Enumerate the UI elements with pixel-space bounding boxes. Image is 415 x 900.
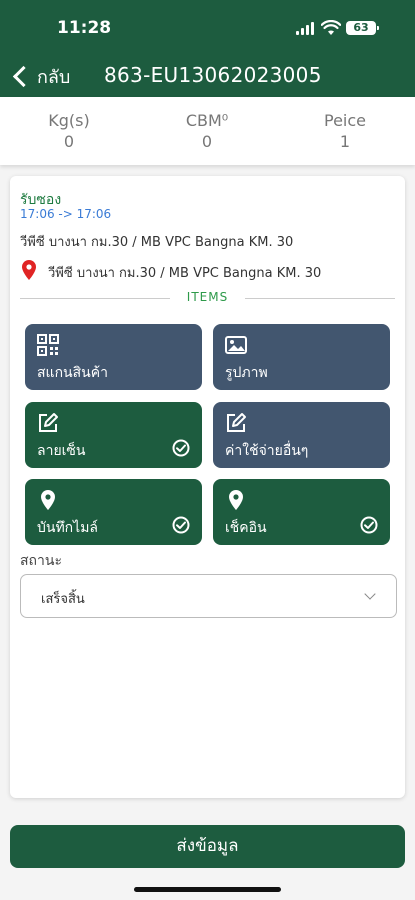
mileage-label: บันทึกไมล์ [37,520,99,536]
check-in-label: เช็คอิน [225,520,267,536]
edit-icon [39,413,58,432]
stat-label: Kg(s) [48,111,90,130]
signature-button[interactable]: ลายเซ็น [25,402,202,468]
stat-piece: Peice 1 [285,111,405,151]
job-card: รับซอง 17:06 -> 17:06 วีพีซี บางนา กม.30… [10,176,405,798]
qr-code-icon [37,334,59,356]
wifi-icon [321,20,341,35]
scan-product-label: สแกนสินค้า [37,365,108,381]
status-time: 11:28 [57,18,112,38]
cellular-signal-icon [296,22,316,35]
scan-product-button[interactable]: สแกนสินค้า [25,324,202,390]
location-pin-icon [41,490,55,510]
status-field-label: สถานะ [20,553,62,569]
stat-label: Peice [323,111,366,130]
chevron-down-icon [364,588,376,600]
back-label: กลับ [37,66,71,88]
divider [245,298,395,299]
app-header: 11:28 63 กลับ 863-EU13062023005 [0,0,415,97]
location-pin-icon [229,490,243,510]
divider [20,298,170,299]
image-icon [225,336,247,354]
summary-stats: Kg(s) 0 CBM⁰ 0 Peice 1 [0,97,415,165]
edit-icon [227,413,246,432]
stat-value: 1 [339,132,351,151]
page-title: 863-EU13062023005 [104,63,322,87]
destination-address: วีพีซี บางนา กม.30 / MB VPC Bangna KM. 3… [48,266,322,281]
mileage-button[interactable]: บันทึกไมล์ [25,479,202,545]
check-circle-icon [172,439,190,457]
submit-button[interactable]: ส่งข้อมูล [10,825,405,868]
stat-cbm: CBM⁰ 0 [147,111,267,151]
map-pin-icon [22,260,36,280]
other-expenses-button[interactable]: ค่าใช้จ่ายอื่นๆ [213,402,390,468]
stat-weight: Kg(s) 0 [9,111,129,151]
status-bar: 11:28 63 [0,0,415,55]
check-circle-icon [172,516,190,534]
status-select[interactable]: เสร็จสิ้น [20,574,397,618]
check-in-button[interactable]: เช็คอิน [213,479,390,545]
job-time-range: 17:06 -> 17:06 [20,207,112,221]
stat-value: 0 [63,132,75,151]
home-indicator [134,887,281,892]
origin-address: วีพีซี บางนา กม.30 / MB VPC Bangna KM. 3… [20,235,294,250]
items-section-label: ITEMS [186,290,229,304]
chevron-left-icon [12,65,35,87]
photo-label: รูปภาพ [225,365,268,381]
back-button[interactable]: กลับ [10,63,70,89]
stat-value: 0 [201,132,213,151]
status-select-value: เสร็จสิ้น [41,592,85,607]
check-circle-icon [360,516,378,534]
battery-icon: 63 [346,21,379,35]
stat-label: CBM⁰ [185,111,229,130]
photo-button[interactable]: รูปภาพ [213,324,390,390]
other-expenses-label: ค่าใช้จ่ายอื่นๆ [225,443,309,459]
signature-label: ลายเซ็น [37,443,86,459]
